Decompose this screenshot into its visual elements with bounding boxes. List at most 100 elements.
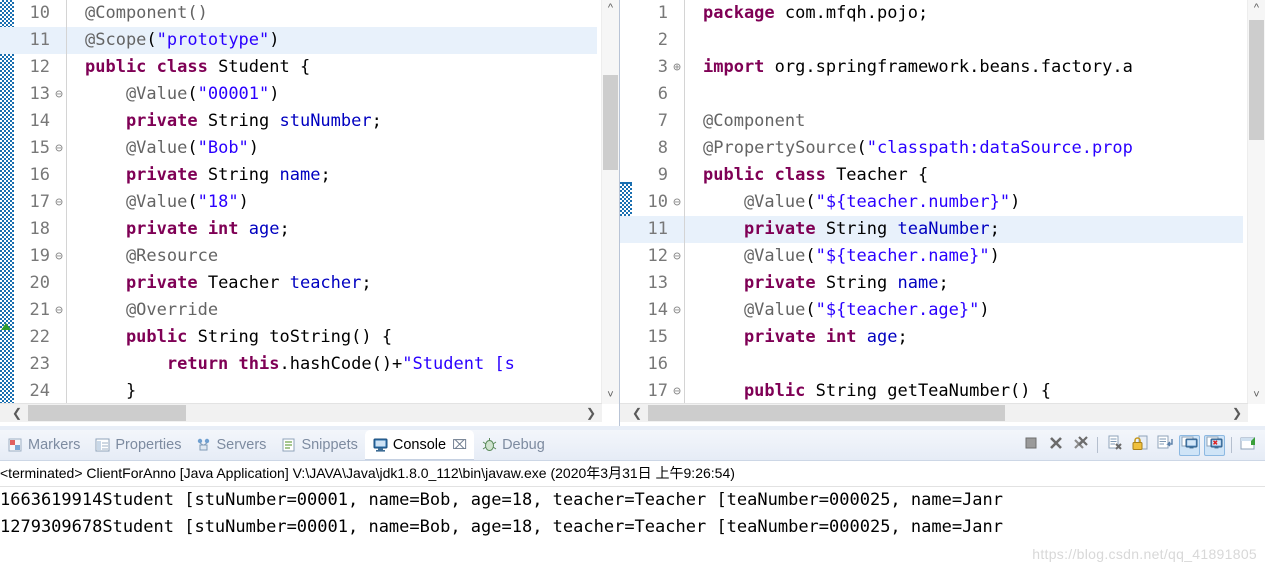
line-number: 24: [29, 381, 50, 401]
scroll-up-arrow-icon[interactable]: ^: [1248, 0, 1265, 17]
close-icon[interactable]: ⌧: [452, 437, 467, 453]
gutter-separator: [684, 270, 695, 297]
code-line[interactable]: 15 ⊖ @Value("Bob"): [0, 135, 597, 162]
code-line[interactable]: 12 public class Student {: [0, 54, 597, 81]
code-line-text: @Value("${teacher.name}"): [703, 246, 1000, 266]
vertical-scroll-thumb[interactable]: [1249, 20, 1264, 140]
view-tab-debug[interactable]: Debug: [474, 430, 552, 460]
gutter-separator: [66, 378, 77, 404]
fold-collapse-icon[interactable]: ⊖: [52, 297, 66, 324]
code-line[interactable]: 24 }: [0, 378, 597, 404]
code-line-text: public String toString() {: [85, 327, 393, 347]
line-number: 9: [657, 165, 668, 185]
code-text-student[interactable]: 10 @Component() 11 @Scope("prototype") 12 pub…: [0, 0, 597, 404]
code-line-text: private String name;: [85, 165, 331, 185]
code-text-teacher[interactable]: 1 package com.mfqh.pojo; 2 3 ⊕ import org.spr…: [620, 0, 1243, 404]
fold-collapse-icon[interactable]: ⊖: [670, 297, 684, 324]
vertical-scrollbar-left[interactable]: ^ ˅: [601, 0, 619, 404]
fold-collapse-icon[interactable]: ⊖: [52, 135, 66, 162]
fold-collapse-icon[interactable]: ⊖: [52, 81, 66, 108]
code-line[interactable]: 17 ⊖ @Value("18"): [0, 189, 597, 216]
vertical-scrollbar-right[interactable]: ^ ˅: [1247, 0, 1265, 404]
code-line[interactable]: 23 return this.hashCode()+"Student [s: [0, 351, 597, 378]
console-output[interactable]: 1663619914Student [stuNumber=00001, name…: [0, 487, 1265, 541]
gutter-separator: [66, 81, 77, 108]
code-line[interactable]: 8 @PropertySource("classpath:dataSource.p…: [620, 135, 1243, 162]
code-line[interactable]: 9 public class Teacher {: [620, 162, 1243, 189]
scroll-left-arrow-icon[interactable]: ❮: [8, 404, 26, 422]
code-line[interactable]: 14 private String stuNumber;: [0, 108, 597, 135]
editor-pane-teacher[interactable]: 1 package com.mfqh.pojo; 2 3 ⊕ import org.spr…: [620, 0, 1265, 430]
gutter-separator: [684, 297, 695, 324]
view-tab-snippets[interactable]: Snippets: [273, 430, 364, 460]
view-tab-console[interactable]: Console ⌧: [364, 430, 475, 460]
code-line[interactable]: 13 private String name;: [620, 270, 1243, 297]
code-line[interactable]: 2: [620, 27, 1243, 54]
code-line[interactable]: 16 private String name;: [0, 162, 597, 189]
code-line[interactable]: 1 package com.mfqh.pojo;: [620, 0, 1243, 27]
line-number: 20: [29, 273, 50, 293]
code-line[interactable]: 15 private int age;: [620, 324, 1243, 351]
code-line[interactable]: 12 ⊖ @Value("${teacher.name}"): [620, 243, 1243, 270]
gutter-separator: [684, 378, 695, 404]
code-line[interactable]: 19 ⊖ @Resource: [0, 243, 597, 270]
word-wrap-button[interactable]: [1154, 435, 1175, 456]
code-line[interactable]: 11 private String teaNumber;: [620, 216, 1243, 243]
code-line[interactable]: 7 @Component: [620, 108, 1243, 135]
code-line[interactable]: 18 private int age;: [0, 216, 597, 243]
remove-all-terminated-button[interactable]: [1070, 435, 1091, 456]
horizontal-scroll-thumb[interactable]: [648, 405, 1005, 421]
editor-pane-student[interactable]: 10 @Component() 11 @Scope("prototype") 12 pub…: [0, 0, 620, 430]
scroll-up-arrow-icon[interactable]: ^: [602, 0, 619, 17]
code-line[interactable]: 14 ⊖ @Value("${teacher.age}"): [620, 297, 1243, 324]
code-line[interactable]: 17 ⊖ public String getTeaNumber() {: [620, 378, 1243, 404]
scroll-down-arrow-icon[interactable]: ˅: [1248, 387, 1265, 404]
remove-launch-button[interactable]: [1045, 435, 1066, 456]
vertical-scroll-thumb[interactable]: [603, 75, 618, 170]
code-line[interactable]: 21 ⊖ @Override: [0, 297, 597, 324]
code-line-text: private String stuNumber;: [85, 111, 382, 131]
fold-collapse-icon[interactable]: ⊖: [52, 189, 66, 216]
code-line-text: package com.mfqh.pojo;: [703, 3, 929, 23]
line-number: 23: [29, 354, 50, 374]
code-line[interactable]: 6: [620, 81, 1243, 108]
scroll-lock-button[interactable]: [1129, 435, 1150, 456]
view-tab-markers[interactable]: Markers: [0, 430, 87, 460]
code-line[interactable]: 22 public String toString() {: [0, 324, 597, 351]
code-line[interactable]: 20 private Teacher teacher;: [0, 270, 597, 297]
fold-expand-icon[interactable]: ⊕: [670, 54, 684, 81]
fold-collapse-icon[interactable]: ⊖: [670, 378, 684, 404]
code-line[interactable]: 3 ⊕ import org.springframework.beans.facto…: [620, 54, 1243, 81]
console-toolbar: [1018, 430, 1261, 460]
separator-1: [1097, 437, 1098, 453]
code-line[interactable]: 10 ⊖ @Value("${teacher.number}"): [620, 189, 1243, 216]
line-number: 19: [29, 246, 50, 266]
code-line-text: @Value("${teacher.age}"): [703, 300, 990, 320]
console-output-line: 1279309678Student [stuNumber=00001, name…: [0, 517, 1004, 537]
horizontal-scroll-thumb[interactable]: [28, 405, 186, 421]
scroll-down-arrow-icon[interactable]: ˅: [602, 387, 619, 404]
gutter-separator: [66, 270, 77, 297]
code-line[interactable]: 13 ⊖ @Value("00001"): [0, 81, 597, 108]
code-line[interactable]: 10 @Component(): [0, 0, 597, 27]
fold-collapse-icon[interactable]: ⊖: [670, 189, 684, 216]
code-line-text: @Component: [703, 111, 806, 131]
line-number: 16: [647, 354, 668, 374]
open-console-button[interactable]: [1238, 435, 1259, 456]
view-tab-servers[interactable]: Servers: [188, 430, 273, 460]
show-console-on-error-button[interactable]: [1204, 434, 1225, 456]
show-console-on-output-button[interactable]: [1179, 434, 1200, 456]
horizontal-scrollbar-left[interactable]: ❮ ❯: [0, 403, 602, 422]
clear-console-button[interactable]: [1104, 435, 1125, 456]
terminate-button[interactable]: [1020, 435, 1041, 456]
view-tab-properties[interactable]: Properties: [87, 430, 188, 460]
scroll-left-arrow-icon[interactable]: ❮: [628, 404, 646, 422]
fold-collapse-icon[interactable]: ⊖: [670, 243, 684, 270]
fold-collapse-icon[interactable]: ⊖: [52, 243, 66, 270]
horizontal-scrollbar-right[interactable]: ❮ ❯: [620, 403, 1248, 422]
scroll-right-arrow-icon[interactable]: ❯: [1228, 404, 1246, 422]
scroll-right-arrow-icon[interactable]: ❯: [582, 404, 600, 422]
code-line[interactable]: 16: [620, 351, 1243, 378]
view-tab-label: Snippets: [301, 437, 358, 453]
code-line[interactable]: 11 @Scope("prototype"): [0, 27, 597, 54]
